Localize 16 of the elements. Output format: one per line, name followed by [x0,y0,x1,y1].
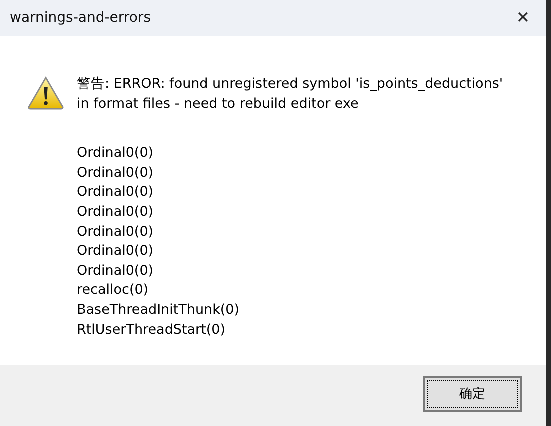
stack-trace-line: Ordinal0(0) [77,242,155,262]
stack-trace-line: Ordinal0(0) [77,222,155,242]
stack-trace-line: BaseThreadInitThunk(0) [77,300,241,320]
ok-button[interactable]: 确定 [423,376,522,412]
warning-icon [27,76,65,110]
window-title: warnings-and-errors [10,10,151,26]
stack-trace-line: RtlUserThreadStart(0) [77,320,226,340]
stack-trace-line: recalloc(0) [77,281,150,300]
stack-trace-line: Ordinal0(0) [77,262,155,281]
stack-trace-line: Ordinal0(0) [77,144,155,164]
stack-trace-line: Ordinal0(0) [77,164,155,183]
close-button[interactable]: ✕ [500,0,546,36]
error-message-line: in format files - need to rebuild editor exe [77,94,360,114]
stack-trace-line: Ordinal0(0) [77,202,155,222]
error-message-line: 警告: ERROR: found unregistered symbol 'is_points_deductions' [77,75,504,94]
stack-trace-line: Ordinal0(0) [77,183,155,202]
